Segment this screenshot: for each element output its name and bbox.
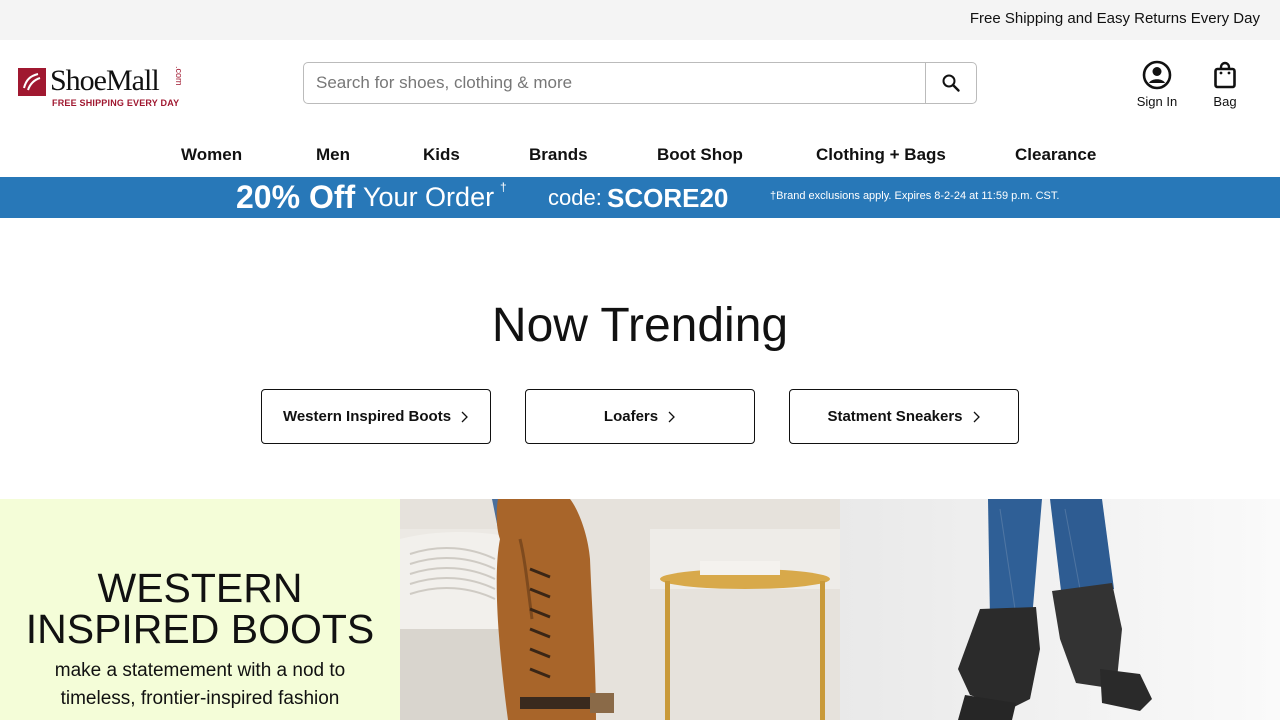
nav-item-clothing-bags[interactable]: Clothing + Bags (816, 145, 946, 165)
trend-pill-label: Statment Sneakers (827, 408, 963, 425)
now-trending-heading: Now Trending (491, 299, 789, 352)
promo-headline: 20% Off (236, 179, 356, 215)
nav-item-clearance[interactable]: Clearance (1015, 145, 1096, 165)
sign-in-button[interactable]: Sign In (1132, 60, 1182, 109)
sign-in-label: Sign In (1136, 94, 1178, 109)
shopping-bag-icon (1214, 61, 1236, 89)
hero-subtitle: make a statemement with a nod to timeles… (54, 660, 346, 709)
trend-pill-label: Loafers (603, 408, 659, 425)
boots-photo-image (840, 499, 1280, 720)
boots-photo-living-room[interactable] (400, 499, 840, 720)
promo-subhead: Your Order (363, 182, 495, 212)
chevron-right-icon (461, 411, 468, 422)
promo-code-label: code: (548, 185, 602, 210)
western-boots-promo[interactable]: WESTERN INSPIRED BOOTS make a statememen… (0, 499, 400, 720)
logo-wordmark: ShoeMall (50, 64, 160, 97)
account-icon (1142, 60, 1172, 90)
search-input[interactable] (304, 63, 926, 103)
search-button[interactable] (925, 63, 976, 103)
bag-label: Bag (1213, 94, 1237, 109)
nav-item-women[interactable]: Women (181, 145, 242, 165)
top-announcement-bar: Free Shipping and Easy Returns Every Day (0, 0, 1280, 40)
promo-banner[interactable]: 20% Off Your Order † code: SCORE20 †Bran… (0, 177, 1280, 218)
main-nav: Women Men Kids Brands Boot Shop Clothing… (0, 145, 1280, 165)
nav-item-kids[interactable]: Kids (423, 145, 460, 165)
promo-code: SCORE20 (607, 183, 729, 213)
logo-tagline: FREE SHIPPING EVERY DAY (52, 98, 180, 108)
boots-photo-studio[interactable] (840, 499, 1280, 720)
chevron-right-icon (973, 411, 980, 422)
search-bar (303, 62, 977, 104)
trend-pill-statment-sneakers[interactable]: Statment Sneakers (789, 389, 1019, 444)
nav-item-brands[interactable]: Brands (529, 145, 588, 165)
promo-disclaimer: †Brand exclusions apply. Expires 8-2-24 … (770, 190, 1060, 202)
shoemall-logo[interactable]: ShoeMall .com FREE SHIPPING EVERY DAY (18, 64, 188, 110)
hero-title: WESTERN INSPIRED BOOTS (25, 565, 375, 652)
boots-photo-image (400, 499, 840, 720)
nav-item-boot-shop[interactable]: Boot Shop (657, 145, 743, 165)
chevron-right-icon (668, 411, 676, 422)
search-icon (942, 74, 960, 92)
logo-tld: .com (174, 66, 184, 86)
trend-pill-western-boots[interactable]: Western Inspired Boots (261, 389, 491, 444)
trend-pill-label: Western Inspired Boots (282, 408, 452, 425)
shipping-message: Free Shipping and Easy Returns Every Day (969, 10, 1260, 27)
trend-pill-loafers[interactable]: Loafers (525, 389, 755, 444)
bag-button[interactable]: Bag (1205, 60, 1245, 109)
promo-dagger: † (500, 180, 507, 194)
nav-item-men[interactable]: Men (316, 145, 350, 165)
logo-mark-icon (18, 68, 46, 96)
